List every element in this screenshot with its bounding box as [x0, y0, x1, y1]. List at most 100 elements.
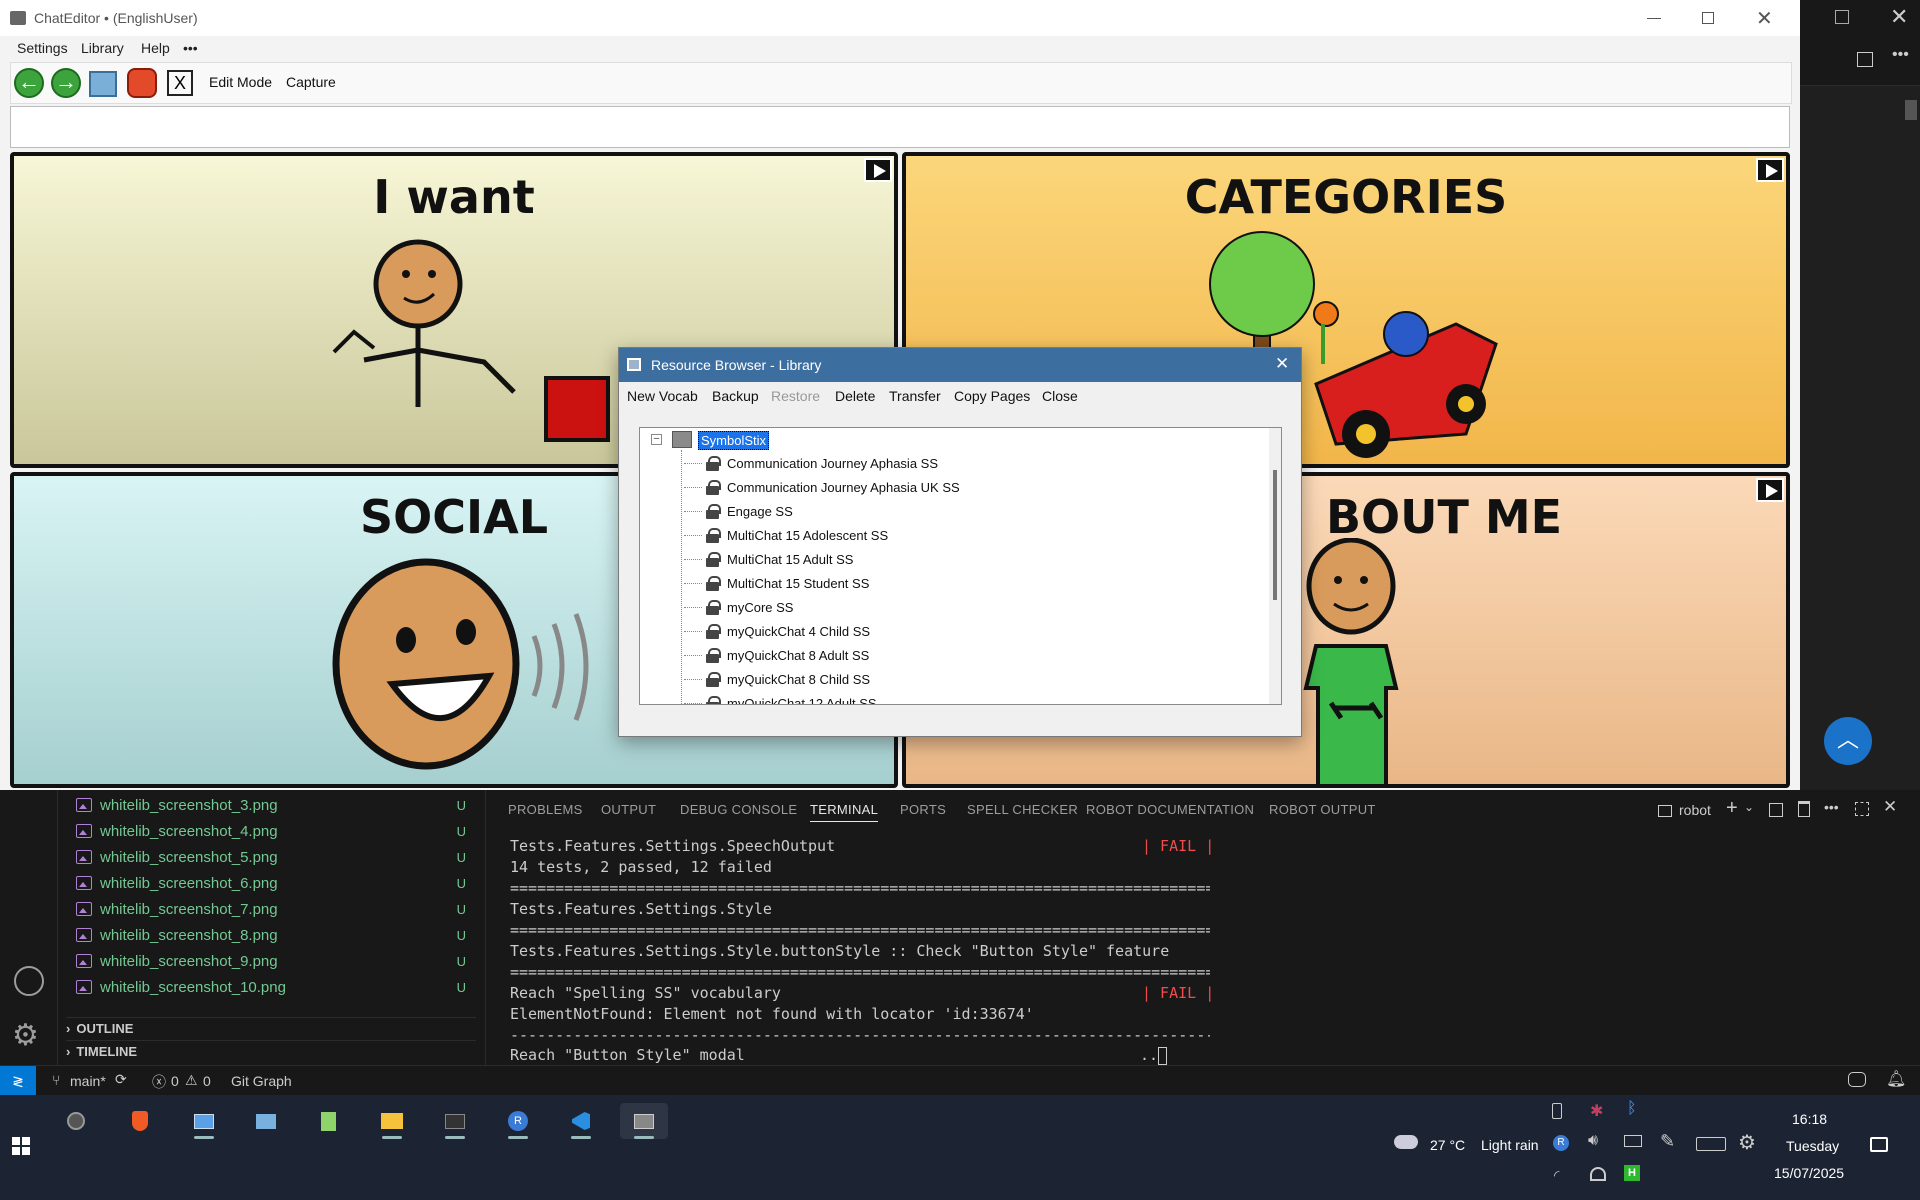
split-editor-icon[interactable]	[1857, 52, 1873, 67]
message-window[interactable]	[10, 106, 1790, 148]
accounts-icon[interactable]	[14, 966, 44, 996]
explorer-file-item[interactable]: whitelib_screenshot_6.png U	[76, 870, 476, 896]
close-icon[interactable]: ✕	[1756, 6, 1773, 31]
add-terminal-icon[interactable]: +	[1726, 797, 1738, 820]
panel-tab-robot-output[interactable]: ROBOT OUTPUT	[1269, 802, 1376, 817]
explorer-file-item[interactable]: whitelib_screenshot_8.png U	[76, 922, 476, 948]
git-graph-button[interactable]: Git Graph	[231, 1073, 292, 1089]
panel-tab-robot-documentation[interactable]: ROBOT DOCUMENTATION	[1086, 802, 1254, 817]
more-actions-icon[interactable]: •••	[1824, 799, 1839, 815]
remote-icon[interactable]: ≷	[0, 1066, 36, 1096]
warning-count[interactable]: 0	[203, 1073, 211, 1089]
menu-more[interactable]: •••	[183, 40, 198, 56]
scrollbar[interactable]	[1905, 100, 1917, 120]
new-vocab-button[interactable]: New Vocab	[627, 388, 698, 404]
tree-root-symbolstix[interactable]: SymbolStix	[698, 431, 770, 450]
tree-item[interactable]: Communication Journey Aphasia SS	[706, 452, 938, 474]
outline-section[interactable]: › OUTLINE	[66, 1017, 476, 1039]
headset-icon[interactable]	[1590, 1167, 1606, 1181]
error-count[interactable]: 0	[171, 1073, 179, 1089]
menu-help[interactable]: Help	[141, 40, 170, 56]
gear-icon[interactable]: ⚙	[12, 1018, 39, 1053]
tree-item[interactable]: myQuickChat 8 Adult SS	[706, 644, 869, 666]
pen-icon[interactable]: ✎	[1660, 1131, 1675, 1152]
branch-name[interactable]: main*	[70, 1073, 106, 1089]
taskbar-vscode-icon[interactable]	[557, 1103, 605, 1139]
volume-icon[interactable]: 🔊︎	[1588, 1132, 1598, 1150]
weather-temp[interactable]: 27 °C	[1430, 1137, 1465, 1153]
capture-button[interactable]: Capture	[286, 74, 336, 90]
app-tray-icon[interactable]: ✱	[1590, 1101, 1603, 1121]
explorer-file-item[interactable]: whitelib_screenshot_3.png U	[76, 792, 476, 818]
explorer-file-item[interactable]: whitelib_screenshot_10.png U	[76, 974, 476, 1000]
panel-tab-ports[interactable]: PORTS	[900, 802, 946, 817]
weather-icon[interactable]	[1394, 1135, 1418, 1149]
menu-settings[interactable]: Settings	[17, 40, 68, 56]
close-icon[interactable]: ✕	[1890, 4, 1908, 30]
panel-tab-problems[interactable]: PROBLEMS	[508, 802, 583, 817]
tree-item[interactable]: myQuickChat 8 Child SS	[706, 668, 870, 690]
home-icon[interactable]	[89, 71, 117, 97]
copilot-icon[interactable]	[1848, 1072, 1866, 1087]
maximize-panel-icon[interactable]	[1855, 802, 1869, 816]
panel-tab-output[interactable]: OUTPUT	[601, 802, 656, 817]
copy-pages-button[interactable]: Copy Pages	[954, 388, 1030, 404]
timeline-section[interactable]: › TIMELINE	[66, 1040, 476, 1062]
taskbar-chateditor-icon[interactable]	[620, 1103, 668, 1139]
weather-desc[interactable]: Light rain	[1481, 1137, 1539, 1153]
tree-item[interactable]: Engage SS	[706, 500, 793, 522]
clock-day[interactable]: Tuesday	[1786, 1138, 1839, 1154]
split-terminal-icon[interactable]	[1769, 803, 1783, 817]
edit-mode-button[interactable]: Edit Mode	[209, 74, 272, 90]
taskbar-file-explorer-icon[interactable]	[368, 1103, 416, 1139]
keyboard-icon[interactable]	[1696, 1137, 1726, 1151]
explorer-file-item[interactable]: whitelib_screenshot_5.png U	[76, 844, 476, 870]
backup-button[interactable]: Backup	[712, 388, 759, 404]
transfer-button[interactable]: Transfer	[889, 388, 941, 404]
bluetooth-icon[interactable]: ᛒ	[1627, 1100, 1637, 1118]
hotspot-icon[interactable]: H	[1624, 1165, 1640, 1181]
trash-icon[interactable]	[1798, 801, 1810, 817]
clock-time[interactable]: 16:18	[1792, 1111, 1827, 1127]
maximize-icon[interactable]	[1702, 12, 1714, 24]
close-button[interactable]: Close	[1042, 388, 1078, 404]
taskbar-robot-icon[interactable]: R	[494, 1103, 542, 1139]
scroll-top-button[interactable]: ︿	[1824, 717, 1872, 765]
taskbar-app-obs-icon[interactable]	[52, 1103, 100, 1139]
scrollbar[interactable]	[1269, 428, 1281, 704]
restore-icon[interactable]	[1835, 10, 1849, 24]
menu-library[interactable]: Library	[81, 40, 124, 56]
explorer-file-item[interactable]: whitelib_screenshot_7.png U	[76, 896, 476, 922]
taskbar-terminal-icon[interactable]	[431, 1103, 479, 1139]
sync-icon[interactable]: ⟳	[115, 1071, 127, 1088]
panel-tab-spell-checker[interactable]: SPELL CHECKER	[967, 802, 1078, 817]
back-icon[interactable]: ←	[14, 68, 44, 98]
robot-tray-icon[interactable]: R	[1553, 1135, 1569, 1151]
panel-tab-debug-console[interactable]: DEBUG CONSOLE	[680, 802, 797, 817]
notifications-icon[interactable]	[1870, 1137, 1888, 1152]
gear-icon[interactable]: ⚙	[1738, 1130, 1756, 1155]
tree-item[interactable]: myQuickChat 4 Child SS	[706, 620, 870, 642]
minimize-icon[interactable]	[1647, 18, 1661, 19]
close-icon[interactable]: ✕	[1275, 354, 1289, 374]
chevron-down-icon[interactable]: ⌄	[1744, 800, 1754, 814]
tree-item[interactable]: Communication Journey Aphasia UK SS	[706, 476, 960, 498]
explorer-file-item[interactable]: whitelib_screenshot_4.png U	[76, 818, 476, 844]
bell-icon[interactable]: 🔔︎	[1886, 1069, 1906, 1089]
stop-icon[interactable]	[127, 68, 157, 98]
scrollbar-thumb[interactable]	[1273, 470, 1277, 600]
tree-item[interactable]: myCore SS	[706, 596, 793, 618]
terminal-name[interactable]: robot	[1679, 802, 1711, 818]
delete-button[interactable]: Delete	[835, 388, 875, 404]
tree-item[interactable]: MultiChat 15 Student SS	[706, 572, 869, 594]
panel-tab-terminal[interactable]: TERMINAL	[810, 802, 879, 822]
tree-item[interactable]: MultiChat 15 Adult SS	[706, 548, 853, 570]
restore-button[interactable]: Restore	[771, 388, 820, 404]
taskbar-remote-desktop-icon[interactable]	[180, 1103, 228, 1139]
clock-date[interactable]: 15/07/2025	[1774, 1165, 1844, 1181]
usb-icon[interactable]	[1552, 1103, 1562, 1119]
start-icon[interactable]	[12, 1137, 30, 1155]
forward-icon[interactable]: →	[51, 68, 81, 98]
explorer-file-item[interactable]: whitelib_screenshot_9.png U	[76, 948, 476, 974]
wifi-icon[interactable]: ◜	[1554, 1167, 1559, 1184]
